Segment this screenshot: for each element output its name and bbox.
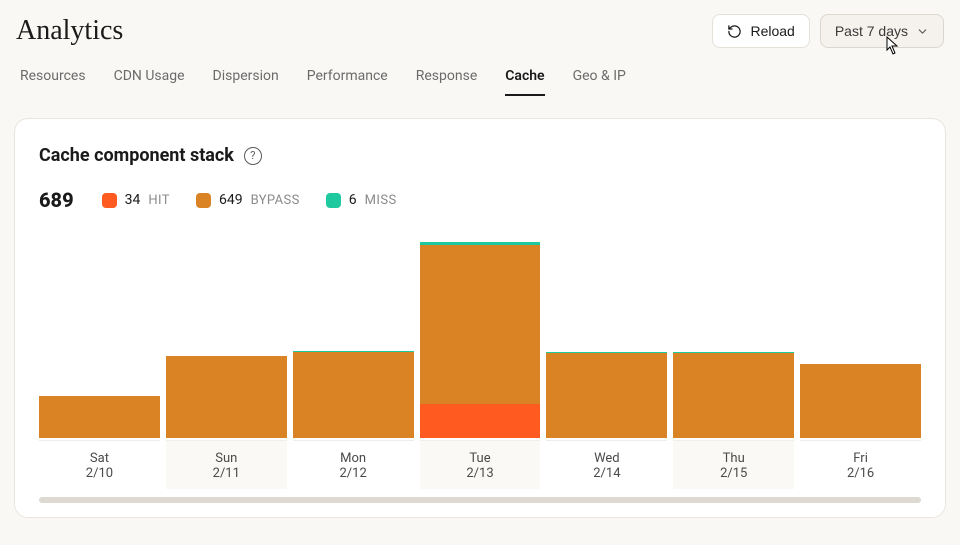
- xaxis-day: Tue: [420, 451, 541, 466]
- page-title: Analytics: [16, 15, 123, 47]
- tab-performance[interactable]: Performance: [307, 68, 388, 96]
- xaxis-day: Sat: [39, 451, 160, 466]
- tab-cache[interactable]: Cache: [505, 68, 544, 96]
- xaxis-date: 2/15: [673, 466, 794, 481]
- legend-row: 689 34 HIT 649 BYPASS 6 MISS: [39, 188, 921, 212]
- xaxis-day: Sun: [166, 451, 287, 466]
- card-title: Cache component stack: [39, 145, 234, 166]
- tabs-nav: Resources CDN Usage Dispersion Performance R…: [0, 56, 960, 96]
- bar-stack: [673, 352, 794, 438]
- bar-column[interactable]: [800, 238, 921, 438]
- bar-segment-bypass: [39, 396, 160, 438]
- legend-count: 649: [219, 192, 243, 208]
- xaxis-cell: Sat2/10: [39, 440, 160, 489]
- xaxis-date: 2/16: [800, 466, 921, 481]
- tab-dispersion[interactable]: Dispersion: [213, 68, 279, 96]
- chart-total: 689: [39, 188, 74, 212]
- tab-response[interactable]: Response: [416, 68, 478, 96]
- xaxis-day: Thu: [673, 451, 794, 466]
- xaxis-date: 2/13: [420, 466, 541, 481]
- legend-swatch: [196, 193, 211, 208]
- bar-segment-bypass: [293, 352, 414, 438]
- legend-swatch: [326, 193, 341, 208]
- xaxis-cell: Fri2/16: [800, 440, 921, 489]
- xaxis-date: 2/14: [546, 466, 667, 481]
- bar-segment-bypass: [420, 245, 541, 404]
- legend-items: 34 HIT 649 BYPASS 6 MISS: [102, 192, 397, 208]
- bar-segment-bypass: [166, 356, 287, 438]
- bar-segment-bypass: [546, 353, 667, 438]
- bar-column[interactable]: [673, 238, 794, 438]
- horizontal-scrollbar[interactable]: [39, 497, 921, 503]
- bar-stack: [420, 242, 541, 438]
- legend-count: 6: [349, 192, 357, 208]
- xaxis-day: Fri: [800, 451, 921, 466]
- xaxis-day: Wed: [546, 451, 667, 466]
- xaxis-cell: Thu2/15: [673, 440, 794, 489]
- bar-column[interactable]: [166, 238, 287, 438]
- bar-stack: [546, 352, 667, 438]
- bar-segment-bypass: [800, 364, 921, 438]
- xaxis-date: 2/12: [293, 466, 414, 481]
- tab-cdn[interactable]: CDN Usage: [114, 68, 185, 96]
- legend-item-bypass[interactable]: 649 BYPASS: [196, 192, 300, 208]
- legend-label: MISS: [365, 193, 397, 208]
- cache-chart-card: Cache component stack ? 689 34 HIT 649 BYPA…: [14, 118, 946, 518]
- bar-stack: [800, 364, 921, 438]
- chevron-down-icon: [916, 25, 929, 38]
- chart-area: [39, 238, 921, 438]
- date-range-label: Past 7 days: [835, 23, 908, 39]
- legend-item-hit[interactable]: 34 HIT: [102, 192, 170, 208]
- legend-label: BYPASS: [251, 193, 300, 208]
- bar-stack: [166, 356, 287, 438]
- legend-item-miss[interactable]: 6 MISS: [326, 192, 397, 208]
- reload-icon: [727, 24, 742, 39]
- header-actions: Reload Past 7 days: [712, 14, 944, 48]
- bar-stack: [293, 351, 414, 438]
- xaxis-cell: Sun2/11: [166, 440, 287, 489]
- tab-resources[interactable]: Resources: [20, 68, 86, 96]
- xaxis-cell: Mon2/12: [293, 440, 414, 489]
- bar-segment-hit: [420, 404, 541, 438]
- bar-segment-bypass: [673, 353, 794, 438]
- legend-swatch: [102, 193, 117, 208]
- help-icon[interactable]: ?: [244, 147, 262, 165]
- xaxis-cell: Wed2/14: [546, 440, 667, 489]
- xaxis-date: 2/10: [39, 466, 160, 481]
- xaxis-date: 2/11: [166, 466, 287, 481]
- bar-column[interactable]: [39, 238, 160, 438]
- xaxis-cell: Tue2/13: [420, 440, 541, 489]
- xaxis-day: Mon: [293, 451, 414, 466]
- bar-column[interactable]: [420, 238, 541, 438]
- legend-label: HIT: [148, 193, 170, 208]
- reload-button[interactable]: Reload: [712, 14, 809, 48]
- legend-count: 34: [125, 192, 141, 208]
- chart-xaxis: Sat2/10Sun2/11Mon2/12Tue2/13Wed2/14Thu2/…: [39, 440, 921, 489]
- page-header: Analytics Reload Past 7 days: [0, 0, 960, 56]
- reload-label: Reload: [750, 23, 794, 39]
- tab-geo[interactable]: Geo & IP: [573, 68, 626, 96]
- bar-column[interactable]: [293, 238, 414, 438]
- bar-stack: [39, 396, 160, 438]
- bar-column[interactable]: [546, 238, 667, 438]
- card-title-row: Cache component stack ?: [39, 145, 921, 166]
- date-range-button[interactable]: Past 7 days: [820, 14, 944, 48]
